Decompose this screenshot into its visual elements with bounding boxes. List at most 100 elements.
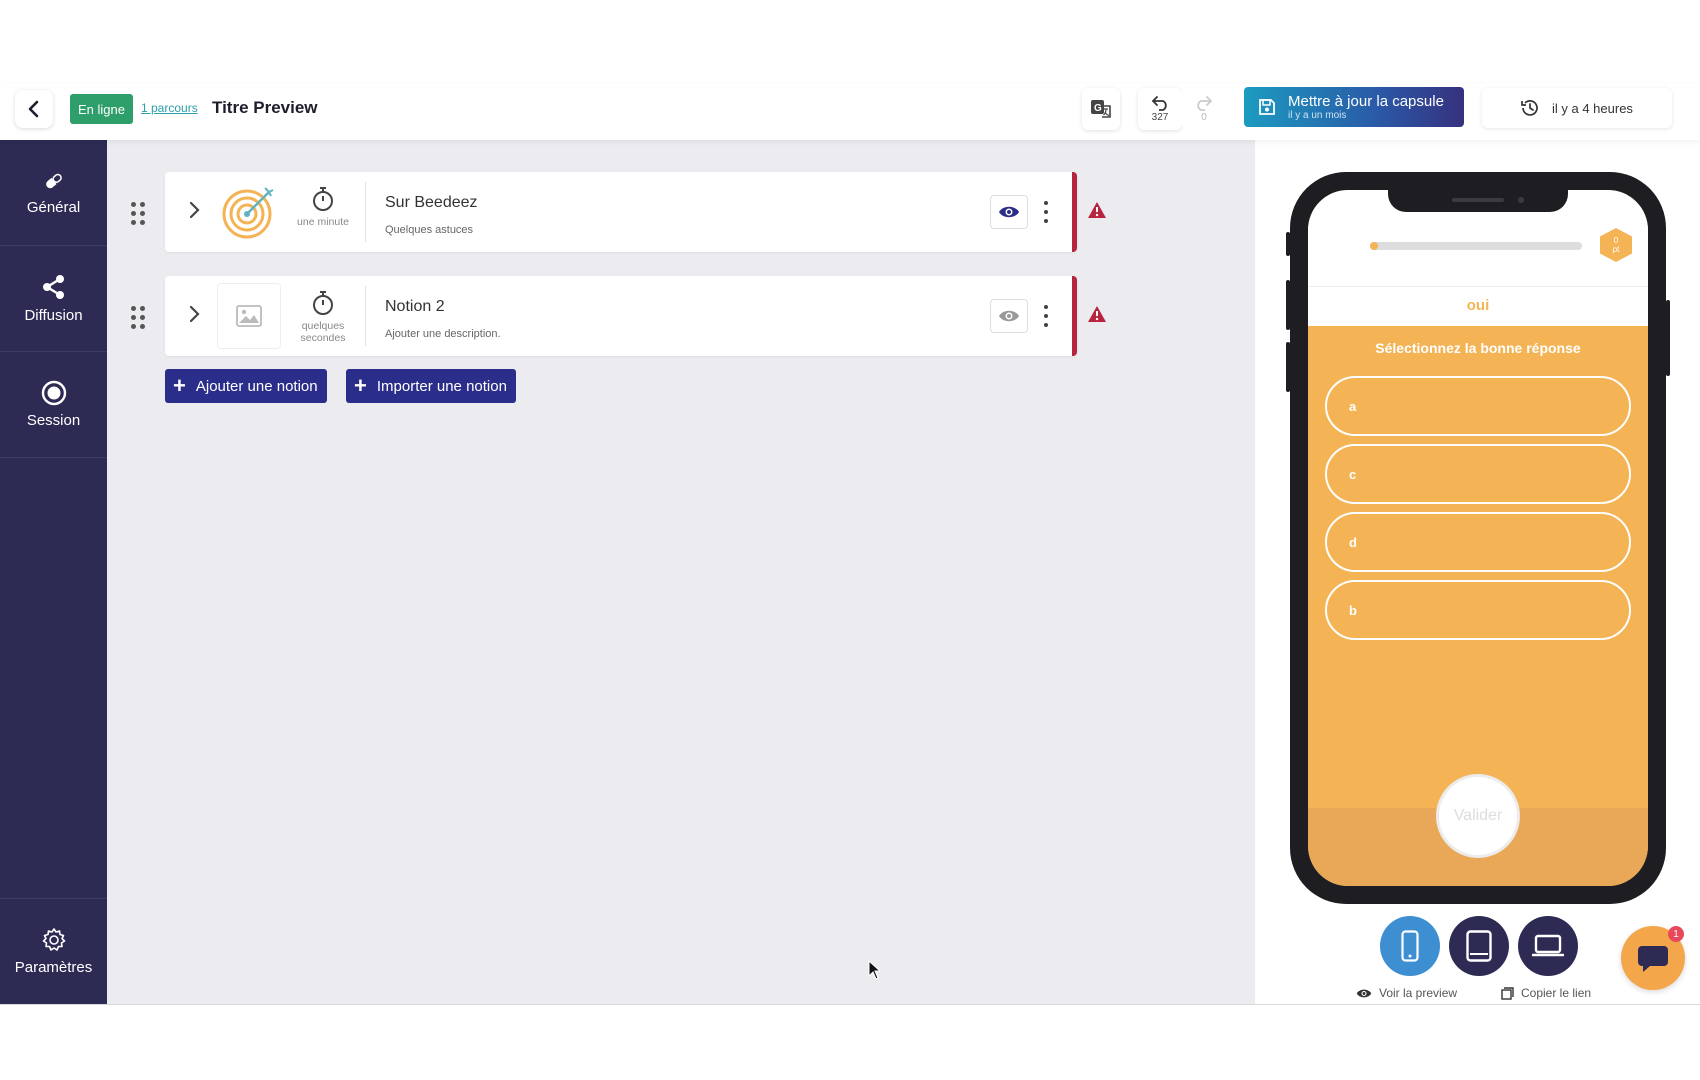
more-menu-button[interactable] <box>1043 305 1049 327</box>
phone-button <box>1286 342 1290 392</box>
redo-button[interactable]: 0 <box>1182 88 1226 130</box>
pill-icon <box>45 172 63 189</box>
import-notion-label: Importer une notion <box>376 377 507 395</box>
sidebar-item-session[interactable]: Session <box>0 352 107 458</box>
undo-count: 327 <box>1151 112 1169 123</box>
chevron-right-icon[interactable] <box>187 200 201 220</box>
divider <box>0 1004 1700 1005</box>
notion-card[interactable]: une minute Sur Beedeez Quelques astuces <box>165 172 1077 252</box>
mouse-cursor-icon <box>868 960 882 980</box>
update-capsule-button[interactable]: Mettre à jour la capsule il y a un mois <box>1244 87 1464 127</box>
share-icon <box>42 275 64 299</box>
sidebar: Général Diffusion Session Paramètres <box>0 140 107 1004</box>
device-laptop-button[interactable] <box>1518 916 1578 976</box>
eye-icon <box>999 206 1019 218</box>
update-capsule-sublabel: il y a un mois <box>1288 109 1347 121</box>
stopwatch-icon <box>313 291 333 315</box>
app-root: En ligne 1 parcours Titre Preview G 327 … <box>0 0 1700 1080</box>
main-content: une minute Sur Beedeez Quelques astuces … <box>107 140 1255 1004</box>
quiz-progress-fill <box>1370 242 1379 250</box>
answer-option[interactable]: d <box>1325 512 1631 572</box>
more-menu-button[interactable] <box>1043 201 1049 223</box>
translate-button[interactable]: G <box>1082 88 1120 130</box>
answer-option[interactable]: b <box>1325 580 1631 640</box>
sidebar-item-parametres[interactable]: Paramètres <box>0 898 107 1004</box>
chevron-right-icon[interactable] <box>187 304 201 324</box>
sidebar-item-label: Session <box>26 412 81 429</box>
notion-title: Sur Beedeez <box>385 194 478 211</box>
notion-duration: une minute <box>293 186 353 228</box>
copy-link-button[interactable]: Copier le lien <box>1501 986 1591 1000</box>
points-value: 0 <box>1613 236 1619 245</box>
plus-icon: + <box>354 373 367 398</box>
undo-button[interactable]: 327 <box>1138 88 1182 130</box>
sidebar-item-diffusion[interactable]: Diffusion <box>0 246 107 352</box>
preview-panel: 0 pt oui Sélectionnez la bonne réponse a… <box>1255 140 1700 1004</box>
stopwatch-icon <box>313 187 333 211</box>
notion-description: Ajouter une description. <box>385 328 501 340</box>
add-notion-label: Ajouter une notion <box>195 377 318 395</box>
device-mobile-button[interactable] <box>1380 916 1440 976</box>
image-placeholder-icon <box>236 305 262 327</box>
plus-icon: + <box>173 373 186 398</box>
svg-text:G: G <box>1094 103 1102 114</box>
tablet-icon <box>1466 930 1492 962</box>
save-icon <box>1259 99 1275 115</box>
history-icon <box>1521 100 1538 116</box>
question-title: oui <box>1466 297 1490 314</box>
record-icon <box>41 380 66 406</box>
divider <box>365 286 366 346</box>
visibility-toggle[interactable] <box>990 195 1028 229</box>
drag-handle[interactable] <box>131 306 145 329</box>
history-button[interactable]: il y a 4 heures <box>1482 88 1672 128</box>
points-unit: pt <box>1612 245 1620 254</box>
phone-button <box>1286 280 1290 330</box>
phone-notch <box>1388 190 1568 212</box>
drag-handle[interactable] <box>131 202 145 225</box>
target-icon <box>222 187 274 239</box>
device-tablet-button[interactable] <box>1449 916 1509 976</box>
page-title: Titre Preview <box>212 98 318 117</box>
chevron-left-icon <box>28 100 39 118</box>
warning-icon <box>1088 306 1106 322</box>
quiz-instruction: Sélectionnez la bonne réponse <box>1375 340 1581 356</box>
answer-option[interactable]: a <box>1325 376 1631 436</box>
phone-button <box>1286 232 1290 256</box>
notion-title: Notion 2 <box>385 298 445 315</box>
status-badge: En ligne <box>70 94 133 124</box>
warning-icon <box>1088 202 1106 218</box>
laptop-icon <box>1532 934 1564 957</box>
notion-card[interactable]: quelques secondes Notion 2 Ajouter une d… <box>165 276 1077 356</box>
import-notion-button[interactable]: + Importer une notion <box>346 369 516 403</box>
quiz-header: 0 pt oui <box>1308 190 1648 326</box>
undo-icon <box>1151 96 1167 111</box>
back-button[interactable] <box>15 90 53 128</box>
history-label: il y a 4 heures <box>1552 100 1633 116</box>
notion-thumbnail <box>221 184 277 240</box>
see-preview-link[interactable]: Voir la preview <box>1356 986 1457 1000</box>
parcours-link[interactable]: 1 parcours <box>141 101 198 115</box>
chat-icon <box>1638 946 1668 972</box>
notion-duration: quelques secondes <box>293 290 353 344</box>
add-notion-button[interactable]: + Ajouter une notion <box>165 369 327 403</box>
divider <box>1308 286 1648 287</box>
phone-screen: 0 pt oui Sélectionnez la bonne réponse a… <box>1308 190 1648 886</box>
phone-frame: 0 pt oui Sélectionnez la bonne réponse a… <box>1290 172 1666 904</box>
eye-icon <box>999 310 1019 322</box>
mobile-icon <box>1401 930 1419 962</box>
translate-icon: G <box>1091 100 1111 118</box>
redo-icon <box>1197 96 1213 111</box>
validate-button[interactable]: Valider <box>1436 774 1520 858</box>
eye-icon <box>1356 989 1372 997</box>
notion-thumbnail <box>217 283 281 349</box>
see-preview-label: Voir la preview <box>1379 986 1458 1000</box>
divider <box>365 182 366 242</box>
sidebar-item-label: Diffusion <box>24 307 83 324</box>
answer-option[interactable]: c <box>1325 444 1631 504</box>
redo-count: 0 <box>1201 112 1207 123</box>
sidebar-item-general[interactable]: Général <box>0 140 107 246</box>
phone-button <box>1666 300 1670 376</box>
visibility-toggle[interactable] <box>990 299 1028 333</box>
gear-icon <box>42 928 65 951</box>
copy-icon <box>1501 986 1514 1000</box>
